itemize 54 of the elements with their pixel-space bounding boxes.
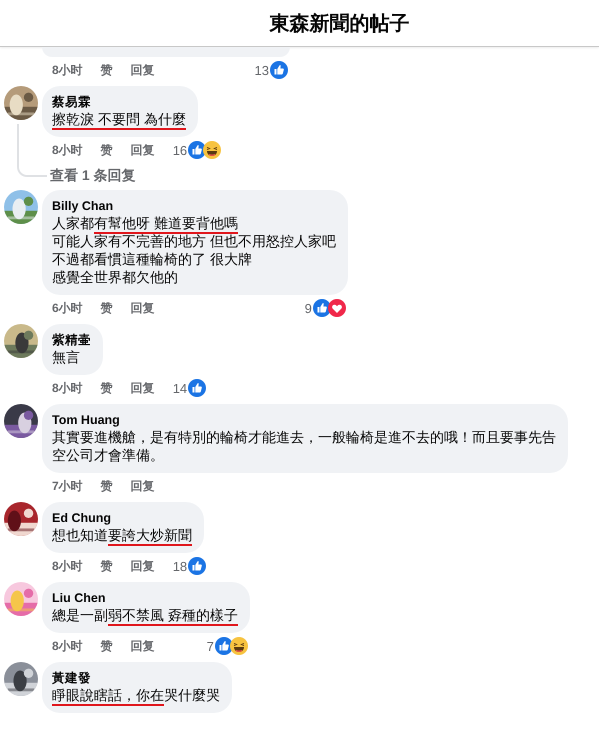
author-name[interactable]: 蔡易霖 bbox=[52, 94, 186, 110]
like-link[interactable]: 赞 bbox=[100, 142, 113, 158]
author-name[interactable]: Liu Chen bbox=[52, 590, 238, 606]
view-replies-link[interactable]: 查看 1 条回复 bbox=[50, 165, 136, 185]
laughing-face-icon bbox=[203, 141, 222, 159]
author-name[interactable]: Ed Chung bbox=[52, 510, 192, 526]
reply-link[interactable]: 回复 bbox=[130, 380, 155, 396]
reply-link[interactable]: 回复 bbox=[130, 478, 155, 494]
post-title: 東森新聞的帖子 bbox=[270, 12, 410, 36]
comment-text: 睜眼說瞎話，你在哭什麼哭 bbox=[52, 686, 220, 704]
author-name[interactable]: Billy Chan bbox=[52, 198, 336, 214]
comment-text: 感覺全世界都欠他的 bbox=[52, 268, 179, 286]
reaction-count[interactable]: 18 bbox=[172, 558, 188, 574]
like-link[interactable]: 赞 bbox=[100, 638, 113, 654]
like-icon bbox=[188, 557, 206, 575]
timestamp-link[interactable]: 6小时 bbox=[52, 300, 83, 316]
comment-text: 擦乾淚 不要問 為什麼 bbox=[52, 110, 186, 128]
reply-link[interactable]: 回复 bbox=[130, 300, 155, 316]
reaction-count[interactable]: 13 bbox=[254, 62, 269, 78]
timestamp-link[interactable]: 7小时 bbox=[52, 478, 83, 494]
timestamp-link[interactable]: 8小时 bbox=[52, 380, 83, 396]
comment-text: 可能人家有不完善的地方 但也不用怒控人家吧 bbox=[52, 232, 336, 250]
like-link[interactable]: 赞 bbox=[100, 62, 113, 78]
comment-text: 不過都看慣這種輪椅的了 很大牌 bbox=[52, 250, 253, 268]
like-link[interactable]: 赞 bbox=[100, 558, 113, 574]
timestamp-link[interactable]: 8小时 bbox=[52, 62, 83, 78]
comment-text: 其實要進機艙，是有特別的輪椅才能進去，一般輪椅是進不去的哦！而且要事先告 bbox=[52, 428, 556, 446]
like-icon bbox=[188, 379, 206, 397]
author-name[interactable]: Tom Huang bbox=[52, 412, 556, 428]
like-link[interactable]: 赞 bbox=[100, 380, 113, 396]
reaction-count[interactable]: 16 bbox=[172, 142, 188, 158]
reply-link[interactable]: 回复 bbox=[130, 142, 155, 158]
reaction-count[interactable]: 14 bbox=[172, 380, 188, 396]
comment-text: 想也知道要誇大炒新聞 bbox=[52, 526, 192, 544]
reply-link[interactable]: 回复 bbox=[130, 62, 155, 78]
laughing-face-icon bbox=[230, 637, 248, 655]
reaction-count[interactable]: 7 bbox=[206, 638, 214, 654]
reply-link[interactable]: 回复 bbox=[130, 558, 155, 574]
author-name[interactable]: 紫精壷 bbox=[52, 332, 91, 348]
like-icon bbox=[270, 61, 288, 79]
reply-link[interactable]: 回复 bbox=[130, 638, 155, 654]
like-icon bbox=[312, 299, 331, 317]
comment-text: 空公司才會準備。 bbox=[52, 446, 165, 464]
comment-text: 人家都有幫他呀 難道要背他嗎 bbox=[52, 214, 336, 232]
author-name[interactable]: 黃建發 bbox=[52, 670, 220, 686]
comment-text: 無言 bbox=[52, 348, 81, 366]
comment-text: 總是一副弱不禁風 孬種的樣子 bbox=[52, 606, 238, 624]
timestamp-link[interactable]: 8小时 bbox=[52, 638, 83, 654]
reaction-count[interactable]: 9 bbox=[304, 300, 312, 316]
like-icon bbox=[214, 637, 233, 655]
like-link[interactable]: 赞 bbox=[100, 300, 113, 316]
timestamp-link[interactable]: 8小时 bbox=[52, 142, 83, 158]
like-link[interactable]: 赞 bbox=[100, 478, 113, 494]
timestamp-link[interactable]: 8小时 bbox=[52, 558, 83, 574]
